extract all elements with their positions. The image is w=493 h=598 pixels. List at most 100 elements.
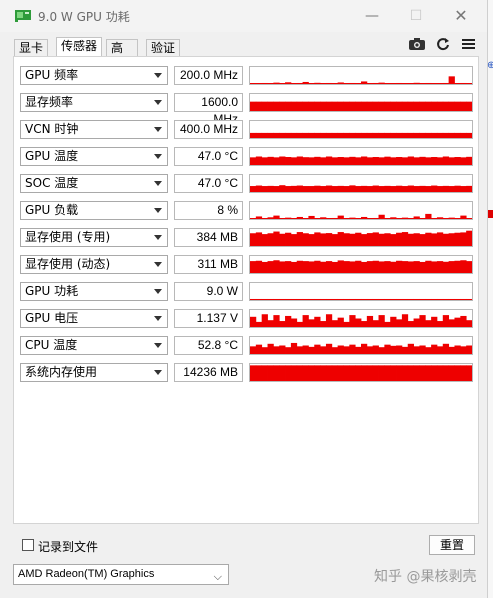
gpu-select-dropdown[interactable]: AMD Radeon(TM) Graphics ⌵ <box>13 564 229 585</box>
sensor-graph-bar <box>436 365 444 381</box>
sensor-name-dropdown[interactable]: SOC 温度 <box>20 174 168 193</box>
sensor-graph-bar <box>255 298 263 300</box>
sensor-name-dropdown[interactable]: CPU 温度 <box>20 336 168 355</box>
sensor-graph-bar <box>308 319 315 327</box>
sensor-graph <box>249 147 473 166</box>
sensor-name-dropdown[interactable]: GPU 频率 <box>20 66 168 85</box>
sensor-graph-bar <box>337 298 344 300</box>
sensor-graph-bar <box>331 132 339 138</box>
sensor-graph-bar <box>401 217 409 219</box>
tab-2[interactable]: 高级 <box>106 39 138 72</box>
sensor-graph-bar <box>261 298 268 300</box>
camera-icon[interactable] <box>408 36 426 52</box>
gpu-select-value: AMD Radeon(TM) Graphics <box>18 568 155 580</box>
sensor-graph-bar <box>285 347 292 354</box>
sensor-graph-bar <box>419 298 426 300</box>
sensor-graph-bar <box>290 132 298 138</box>
sensor-name-dropdown[interactable]: GPU 电压 <box>20 309 168 328</box>
sensor-graph-bar <box>285 82 292 84</box>
sensor-graph-bar <box>466 298 472 300</box>
sensor-graph-bar <box>349 82 356 84</box>
sensor-graph-bar <box>325 261 333 273</box>
sensor-graph-bar <box>431 132 438 138</box>
sensor-graph-bar <box>279 365 286 381</box>
sensor-graph-bar <box>431 83 438 84</box>
sensor-graph-bar <box>390 316 397 327</box>
sensor-graph-bar <box>314 232 321 246</box>
sensor-graph-bar <box>419 83 426 84</box>
sensor-graph-plot <box>250 230 472 246</box>
sensor-graph-bar <box>261 218 268 219</box>
sensor-name-dropdown[interactable]: 显存使用 (动态) <box>20 255 168 274</box>
sensor-graph-bar <box>366 346 374 354</box>
tab-3[interactable]: 验证 <box>146 39 180 57</box>
sensor-graph-bar <box>466 218 472 219</box>
sensor-graph-bar <box>378 157 385 165</box>
sensor-graph-bar <box>255 321 263 327</box>
sensor-graph-bar <box>250 83 257 84</box>
sensor-graph-bar <box>448 298 455 300</box>
sensor-name-dropdown[interactable]: 系统内存使用 <box>20 363 168 382</box>
sensor-graph-bar <box>349 132 356 138</box>
maximize-button[interactable]: ☐ <box>406 6 426 26</box>
sensor-graph-bar <box>396 101 403 111</box>
sensor-graph-bar <box>460 298 467 300</box>
sensor-graph-bar <box>419 185 426 192</box>
minimize-button[interactable]: — <box>362 6 382 26</box>
sensor-graph-bar <box>267 343 274 354</box>
sensor-graph-bar <box>267 233 274 246</box>
sensor-graph-bar <box>355 365 362 381</box>
background-red-mark <box>488 210 493 218</box>
sensor-graph-bar <box>267 320 274 327</box>
sensor-graph-bar <box>302 261 309 273</box>
sensor-graph-bar <box>296 101 303 111</box>
tab-0[interactable]: 显卡 <box>14 39 48 57</box>
sensor-graph-bar <box>349 233 356 246</box>
sensor-graph-bar <box>425 232 432 246</box>
dropdown-arrow-icon <box>154 73 162 78</box>
sensor-value: 47.0 °C <box>174 174 243 193</box>
sensor-name-dropdown[interactable]: 显存频率 <box>20 93 168 112</box>
sensor-graph-bar <box>384 101 391 111</box>
sensor-graph-bar <box>279 261 286 273</box>
sensor-name-dropdown[interactable]: 显存使用 (专用) <box>20 228 168 247</box>
tab-1[interactable]: 传感器 <box>56 37 102 58</box>
sensor-name-dropdown[interactable]: GPU 功耗 <box>20 282 168 301</box>
sensor-name-dropdown[interactable]: VCN 时钟 <box>20 120 168 139</box>
refresh-icon[interactable] <box>434 36 452 52</box>
sensor-graph-bar <box>355 232 362 246</box>
sensor-graph-bar <box>343 83 350 84</box>
sensor-graph-bar <box>302 365 309 381</box>
sensor-graph-bar <box>466 132 472 138</box>
sensor-graph-bar <box>320 157 327 165</box>
close-button[interactable]: ✕ <box>451 6 471 26</box>
sensor-name: VCN 时钟 <box>25 122 79 136</box>
reset-button[interactable]: 重置 <box>429 535 475 555</box>
sensor-graph-bar <box>384 156 391 165</box>
sensor-graph-bar <box>413 298 420 300</box>
sensor-graph-bar <box>366 157 374 165</box>
checkbox-box[interactable] <box>22 539 34 551</box>
sensor-graph-bar <box>431 233 438 246</box>
sensor-graph-bar <box>407 83 414 84</box>
sensor-graph-bar <box>273 260 280 273</box>
sensor-value: 9.0 W <box>174 282 243 301</box>
sensor-graph-bar <box>436 321 444 327</box>
sensor-graph-bar <box>378 214 385 219</box>
sensor-graph-bar <box>250 132 257 138</box>
sensor-graph-bar <box>343 101 350 111</box>
sensor-graph-bar <box>372 82 379 84</box>
sensor-graph-bar <box>337 132 344 138</box>
sensor-graph-bar <box>325 298 333 300</box>
sensor-graph-bar <box>390 345 397 354</box>
sensor-graph-bar <box>320 233 327 246</box>
menu-icon[interactable] <box>460 36 478 52</box>
sensor-name-dropdown[interactable]: GPU 负载 <box>20 201 168 220</box>
sensor-graph-bar <box>255 156 263 165</box>
sensor-graph-bar <box>314 218 321 219</box>
sensor-graph-bar <box>361 234 368 246</box>
sensor-graph-bar <box>442 233 450 246</box>
sensor-name-dropdown[interactable]: GPU 温度 <box>20 147 168 166</box>
sensor-graph-bar <box>401 101 409 111</box>
sensor-graph-bar <box>442 101 450 111</box>
